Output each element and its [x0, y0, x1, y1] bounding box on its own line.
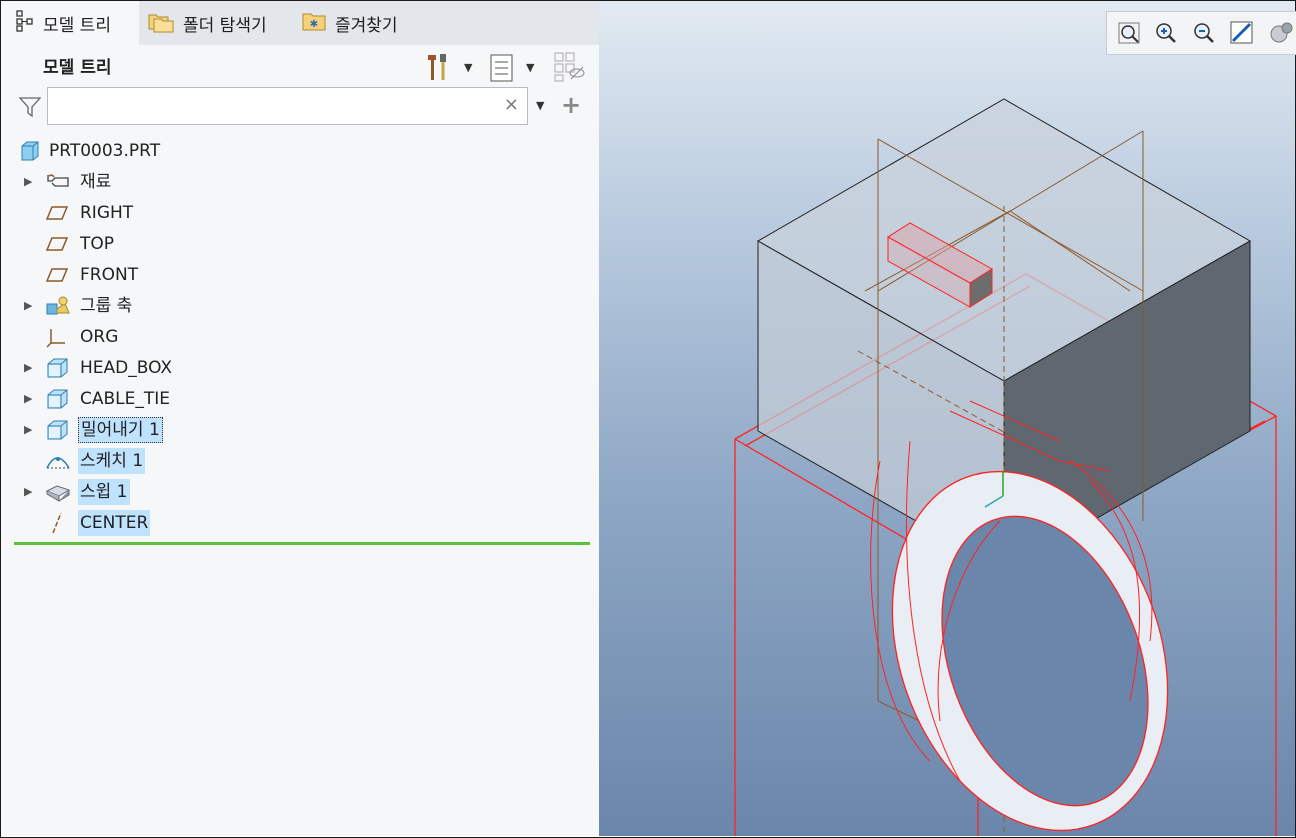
- settings-dropdown-icon[interactable]: ▼: [464, 61, 472, 74]
- repaint-icon[interactable]: [1229, 20, 1255, 46]
- solid-feature-icon: [45, 419, 69, 441]
- model-graphic: [734, 98, 1277, 836]
- panel-title: 모델 트리: [43, 58, 112, 78]
- tab-favorites-label: 즐겨찾기: [335, 15, 398, 36]
- settings-tools-icon[interactable]: [425, 51, 453, 87]
- coordinate-system-icon: [45, 326, 69, 348]
- expand-arrow-icon[interactable]: ▶: [24, 299, 32, 312]
- tree-item-label: ORG: [80, 327, 119, 347]
- group-icon: [45, 295, 70, 317]
- tree-item[interactable]: TOP: [1, 229, 599, 259]
- tree-item[interactable]: ORG: [1, 322, 599, 352]
- tree-item-label: HEAD_BOX: [80, 358, 173, 378]
- tree-item-label: 스케치 1: [78, 448, 146, 474]
- tree-item[interactable]: ▶ HEAD_BOX: [1, 353, 599, 383]
- expand-arrow-icon[interactable]: ▶: [24, 485, 32, 498]
- clear-icon[interactable]: ×: [504, 94, 519, 115]
- tree-item-label: 밀어내기 1: [78, 417, 163, 443]
- tree-root[interactable]: PRT0003.PRT: [1, 136, 599, 166]
- insert-here-indicator[interactable]: [14, 542, 590, 545]
- orient-icon[interactable]: [1267, 20, 1293, 46]
- refit-icon[interactable]: [1117, 20, 1143, 46]
- filter-icon[interactable]: [18, 96, 42, 122]
- graphics-viewport[interactable]: [599, 1, 1296, 836]
- material-icon: [45, 171, 69, 193]
- tab-favorites[interactable]: ✱ 즐겨찾기: [301, 1, 398, 45]
- tree-item[interactable]: RIGHT: [1, 198, 599, 228]
- model-tree-icon: [15, 9, 35, 37]
- datum-plane-icon: [45, 264, 69, 286]
- tree-item[interactable]: ▶ 스윕 1: [1, 477, 599, 507]
- tree-item-label: CABLE_TIE: [80, 389, 171, 409]
- search-dropdown-icon[interactable]: ▼: [536, 99, 544, 112]
- expand-arrow-icon[interactable]: ▶: [24, 392, 32, 405]
- tab-folder-browser-label: 폴더 탐색기: [183, 15, 267, 36]
- solid-feature-icon: [45, 357, 69, 379]
- tree-item[interactable]: ▶ CABLE_TIE: [1, 384, 599, 414]
- tree-item-label: 재료: [80, 172, 112, 192]
- tree-item[interactable]: CENTER: [1, 508, 599, 538]
- expand-arrow-icon[interactable]: ▶: [24, 361, 32, 374]
- tree-root-label: PRT0003.PRT: [49, 141, 161, 161]
- tree-item-label: TOP: [80, 234, 115, 254]
- model-tree-panel: 모델 트리 폴더 탐색기 ✱ 즐겨찾기 모델 트리 ▼ ▼ × ▼ + PRT0…: [1, 1, 599, 836]
- tree-item[interactable]: ▶ 그룹 축: [1, 291, 599, 321]
- tree-item-label: FRONT: [80, 265, 139, 285]
- expand-arrow-icon[interactable]: ▶: [24, 423, 32, 436]
- part-icon: [18, 140, 42, 162]
- tree-item[interactable]: ▶ 재료: [1, 167, 599, 197]
- tab-folder-browser[interactable]: 폴더 탐색기: [147, 1, 267, 45]
- sweep-icon: [45, 481, 71, 503]
- tab-model-tree-label: 모델 트리: [43, 15, 111, 36]
- solid-feature-icon: [45, 388, 69, 410]
- tree-item[interactable]: 스케치 1: [1, 446, 599, 476]
- tree-item-label: 그룹 축: [80, 296, 133, 316]
- search-input[interactable]: [54, 88, 498, 124]
- zoom-in-icon[interactable]: [1153, 20, 1179, 46]
- tree-item-label: 스윕 1: [78, 479, 130, 505]
- sketch-icon: [45, 450, 70, 472]
- zoom-out-icon[interactable]: [1191, 20, 1217, 46]
- tree-item-label: CENTER: [78, 510, 151, 536]
- tree-item-label: RIGHT: [80, 203, 134, 223]
- tree-item[interactable]: ▶ 밀어내기 1: [1, 415, 599, 445]
- add-filter-icon[interactable]: +: [561, 91, 581, 119]
- hide-columns-icon[interactable]: [553, 51, 587, 87]
- tab-bar: 모델 트리 폴더 탐색기 ✱ 즐겨찾기: [1, 1, 599, 45]
- folder-browser-icon: [147, 9, 175, 38]
- show-dropdown-icon[interactable]: ▼: [526, 61, 534, 74]
- datum-plane-icon: [45, 233, 69, 255]
- datum-plane-icon: [45, 202, 69, 224]
- tree-item[interactable]: FRONT: [1, 260, 599, 290]
- datum-axis-icon: [45, 512, 69, 534]
- tab-model-tree[interactable]: 모델 트리: [1, 1, 139, 45]
- show-list-icon[interactable]: [489, 53, 515, 87]
- expand-arrow-icon[interactable]: ▶: [24, 175, 32, 188]
- view-toolbar: [1106, 11, 1296, 55]
- favorites-icon: ✱: [301, 9, 327, 38]
- svg-text:✱: ✱: [310, 19, 318, 30]
- search-field[interactable]: ×: [47, 87, 528, 125]
